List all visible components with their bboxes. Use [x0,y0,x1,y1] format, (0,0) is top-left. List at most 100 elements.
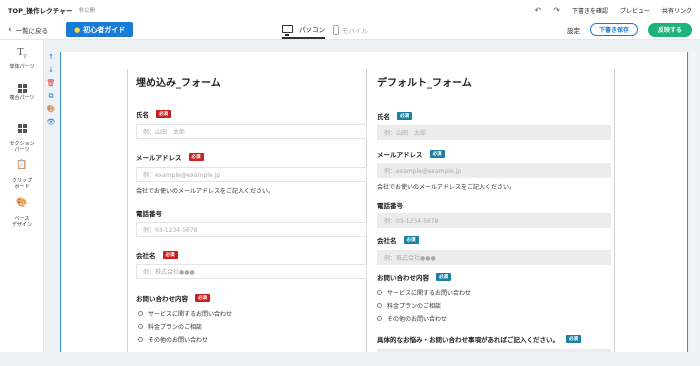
back-label: 一覧に戻る [15,26,49,35]
company-label-row: 会社名 必須 [136,250,178,260]
delete-icon[interactable]: 🗑 [46,78,56,89]
top-actions: ↶ ↷ 下書きを確認 プレビュー 共有リンク [535,6,692,15]
grid-icon [17,84,27,93]
share-link[interactable]: 共有リンク [662,6,692,15]
canvas-bottom-margin [0,352,700,366]
settings-link[interactable]: 設定 [567,25,580,35]
move-down-icon[interactable]: ↓ [46,65,56,76]
sidebar-item-label: セクション パーツ [9,141,35,153]
publish-button[interactable]: 反映する [647,22,692,37]
inquiry-option-other[interactable]: その他のお問い合わせ [138,335,208,344]
option-label: サービスに関するお問い合わせ [387,290,472,297]
device-pc-label: パソコン [299,25,325,34]
company-field[interactable]: 例：株式会社●●● [136,264,367,279]
email-field[interactable]: 例：example@example.jp [377,163,611,178]
inquiry-option-pricing[interactable]: 料金プランのご相談 [138,322,202,331]
email-label-row: メールアドレス 必須 [377,149,445,159]
top-meta-bar: TOP_操作レクチャー 非公開 ↶ ↷ 下書きを確認 プレビュー 共有リンク [0,0,700,20]
palette-icon: 🎨 [16,198,28,208]
canvas-scrollbar[interactable] [690,52,696,352]
draft-confirm-link[interactable]: 下書きを確認 [572,6,608,15]
required-badge: 必須 [436,273,451,281]
text-icon: TT [17,48,27,60]
option-label: その他のお問い合わせ [148,337,209,344]
email-label-row: メールアドレス 必須 [136,152,204,162]
sidebar-item-clipboard[interactable]: 📋 クリップ ボード [0,154,44,190]
radio-icon [138,324,143,329]
required-badge: 必須 [403,236,419,244]
required-badge: 必須 [566,335,581,343]
inquiry-option-other[interactable]: その他のお問い合わせ [377,314,447,323]
radio-icon [377,316,382,321]
beginner-guide-button[interactable]: ● 初心者ガイド [66,22,134,37]
device-mobile-label: モバイル [342,26,368,35]
status-badge: 非公開 [78,8,96,14]
phone-icon [333,24,339,35]
name-field[interactable]: 例：山田 太郎 [136,124,367,139]
required-badge: 必須 [188,153,204,161]
visibility-icon[interactable]: 👁 [46,117,56,128]
move-up-icon[interactable]: ↑ [46,52,56,63]
undo-icon[interactable]: ↶ [535,6,542,15]
phone-field[interactable]: 例：03-1234-5678 [377,213,611,228]
editor-canvas: 埋め込み_フォーム 氏名 必須 例：山田 太郎 メールアドレス 必須 例：exa… [60,52,688,352]
required-badge: 必須 [156,110,171,118]
block-tool-strip: ↑ ↓ 🗑 ⧉ 🎨 👁 [46,52,58,128]
inquiry-label-row: お問い合わせ内容 必須 [377,272,451,282]
company-field[interactable]: 例：株式会社●●● [377,250,611,265]
device-tab-pc[interactable]: パソコン [282,20,325,39]
email-label: メールアドレス [377,151,423,159]
toolbar-actions: 設定 下書き保存 反映する [567,22,692,37]
inquiry-option-pricing[interactable]: 料金プランのご相談 [377,301,441,310]
inquiry-label: お問い合わせ内容 [136,295,188,303]
name-label-row: 氏名 必須 [377,111,412,121]
radio-icon [377,303,382,308]
inquiry-label: お問い合わせ内容 [377,274,429,282]
inquiry-option-service[interactable]: サービスに関するお問い合わせ [377,288,471,297]
redo-icon[interactable]: ↷ [553,6,560,15]
name-label: 氏名 [136,111,149,119]
phone-label: 電話番号 [377,202,403,210]
sidebar-item-single-parts[interactable]: TT 単体パーツ [0,48,44,70]
email-note: 会社でお使いのメールアドレスをご記入ください。 [136,188,275,195]
name-label: 氏名 [377,113,390,121]
save-draft-button[interactable]: 下書き保存 [589,23,638,36]
sidebar-item-base-design[interactable]: 🎨 ベース デザイン [0,192,44,228]
lightbulb-icon: ● [74,25,81,34]
editor-toolbar: ‹ 一覧に戻る ● 初心者ガイド パソコン モバイル 設定 下書き保存 反映する [0,20,700,40]
email-note: 会社でお使いのメールアドレスをご記入ください。 [377,184,516,191]
email-label: メールアドレス [136,154,182,162]
section-grid-icon [17,124,27,133]
company-label: 会社名 [136,252,156,260]
phone-field[interactable]: 例：03-1234-5678 [136,222,367,237]
radio-icon [138,337,143,342]
sidebar-item-section-parts[interactable]: セクション パーツ [0,118,44,153]
back-to-list-button[interactable]: ‹ 一覧に戻る [8,25,48,35]
design-icon[interactable]: 🎨 [46,104,56,115]
inquiry-option-service[interactable]: サービスに関するお問い合わせ [138,309,232,318]
required-badge: 必須 [397,112,412,120]
phone-label: 電話番号 [136,210,162,218]
page-title: TOP_操作レクチャー [8,7,73,15]
default-form: デフォルト_フォーム 氏名 必須 例：山田 太郎 メールアドレス 必須 例：ex… [367,69,615,352]
default-form-title: デフォルト_フォーム [377,78,472,89]
phone-label-row: 電話番号 [377,200,403,210]
option-label: 料金プランのご相談 [387,303,442,310]
radio-icon [377,290,382,295]
device-tab-mobile[interactable]: モバイル [333,20,368,39]
email-field[interactable]: 例：example@example.jp [136,167,367,182]
preview-link[interactable]: プレビュー [620,6,650,15]
chevron-left-icon: ‹ [8,24,12,35]
name-label-row: 氏名 必須 [136,109,171,119]
radio-icon [138,311,143,316]
option-label: 料金プランのご相談 [148,324,203,331]
name-field[interactable]: 例：山田 太郎 [377,125,611,140]
sidebar-item-composite-parts[interactable]: 複合パーツ [0,84,44,101]
sidebar-item-label: ベース デザイン [11,216,32,228]
parts-sidebar: TT 単体パーツ 複合パーツ セクション パーツ 📋 クリップ ボード 🎨 ベー… [0,40,44,366]
company-label-row: 会社名 必須 [377,235,419,245]
sidebar-item-label: 複合パーツ [9,95,35,101]
sidebar-item-label: クリップ ボード [11,178,32,190]
duplicate-icon[interactable]: ⧉ [46,91,56,102]
required-badge: 必須 [429,150,445,158]
